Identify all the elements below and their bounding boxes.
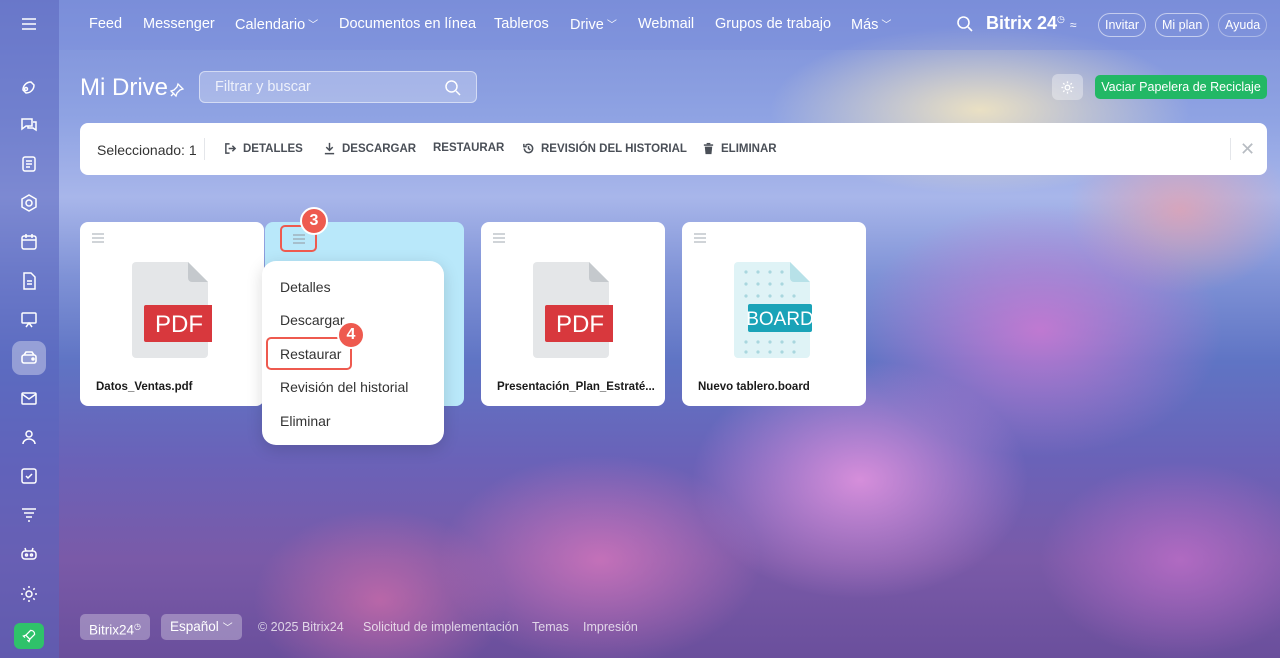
- language-label: Español: [170, 619, 219, 634]
- file-type-label: BOARD: [746, 309, 814, 330]
- filter-search-input[interactable]: [200, 72, 476, 102]
- clock-icon: ◷: [1057, 14, 1065, 24]
- nav-boards[interactable]: Tableros: [494, 16, 549, 32]
- nav-more[interactable]: Más ﹀: [851, 16, 891, 33]
- history-icon: [523, 143, 534, 154]
- restore-action-button[interactable]: RESTAURAR: [433, 142, 504, 154]
- details-action-button[interactable]: DETALLES: [224, 142, 303, 155]
- tasks-icon[interactable]: [12, 459, 46, 493]
- chevron-down-icon: ﹀: [881, 20, 892, 31]
- download-action-label: DESCARGAR: [342, 142, 417, 155]
- chevron-down-icon: ﹀: [606, 20, 617, 31]
- selection-action-bar: Seleccionado: 1 DETALLES DESCARGAR RESTA…: [80, 123, 1267, 175]
- brand-text: Bitrix 24: [986, 13, 1058, 33]
- nav-drive-label: Drive: [570, 17, 604, 33]
- trash-icon: [703, 142, 714, 155]
- settings-toggle-icon[interactable]: ≈: [1070, 18, 1077, 32]
- card-menu-icon[interactable]: [493, 233, 505, 243]
- history-action-label: REVISIÓN DEL HISTORIAL: [541, 142, 687, 155]
- file-name: Presentación_Plan_Estraté...: [497, 381, 655, 393]
- settings-icon[interactable]: [12, 577, 46, 611]
- hamburger-menu-icon[interactable]: [12, 7, 46, 41]
- footer-brand-label: Bitrix24: [89, 622, 135, 638]
- pin-icon[interactable]: [169, 82, 185, 98]
- invite-button[interactable]: Invitar: [1098, 13, 1147, 37]
- file-icon[interactable]: [12, 264, 46, 298]
- card-menu-icon[interactable]: [694, 233, 706, 243]
- open-details-icon: [225, 143, 237, 154]
- divider: [1230, 138, 1231, 160]
- step-4-badge: 4: [337, 321, 365, 349]
- filter-search-box[interactable]: [199, 71, 477, 103]
- file-card[interactable]: PDF Presentación_Plan_Estraté...: [481, 222, 665, 406]
- pdf-file-icon: PDF: [132, 262, 212, 358]
- card-menu-icon[interactable]: [92, 233, 104, 243]
- pdf-file-icon: PDF: [533, 262, 613, 358]
- help-button[interactable]: Ayuda: [1218, 13, 1268, 37]
- history-action-button[interactable]: REVISIÓN DEL HISTORIAL: [522, 142, 687, 155]
- file-card[interactable]: PDF Datos_Ventas.pdf: [80, 222, 264, 406]
- menu-item-delete[interactable]: Eliminar: [280, 413, 331, 429]
- footer-themes-link[interactable]: Temas: [532, 620, 569, 634]
- nav-more-label: Más: [851, 17, 879, 33]
- drive-icon[interactable]: [12, 341, 46, 375]
- rocket-icon[interactable]: [14, 623, 44, 649]
- gear-icon: [1061, 80, 1074, 94]
- page-title: Mi Drive: [80, 74, 168, 101]
- nav-calendar[interactable]: Calendario ﹀: [235, 16, 318, 33]
- calendar-icon[interactable]: [12, 225, 46, 259]
- documents-icon[interactable]: [12, 147, 46, 181]
- nav-feed[interactable]: Feed: [89, 16, 122, 32]
- nav-workgroups[interactable]: Grupos de trabajo: [715, 16, 831, 32]
- footer-copyright: © 2025 Bitrix24: [258, 620, 344, 634]
- language-selector[interactable]: Español ﹀: [161, 614, 242, 640]
- empty-trash-button[interactable]: Vaciar Papelera de Reciclaje: [1095, 75, 1267, 99]
- chevron-down-icon: ﹀: [222, 623, 233, 634]
- nav-online-documents[interactable]: Documentos en línea: [339, 16, 476, 32]
- left-sidebar: [0, 0, 59, 658]
- search-icon[interactable]: [956, 15, 974, 33]
- nav-webmail[interactable]: Webmail: [638, 16, 694, 32]
- footer-brand-button[interactable]: Bitrix24◷: [80, 614, 150, 640]
- my-plan-button[interactable]: Mi plan: [1155, 13, 1210, 37]
- details-action-label: DETALLES: [243, 142, 303, 155]
- divider: [204, 138, 205, 160]
- file-type-label: PDF: [155, 311, 203, 338]
- mail-icon[interactable]: [12, 381, 46, 415]
- file-name: Datos_Ventas.pdf: [96, 381, 193, 393]
- nav-messenger[interactable]: Messenger: [143, 16, 215, 32]
- footer-implementation-link[interactable]: Solicitud de implementación: [363, 620, 519, 634]
- delete-action-button[interactable]: ELIMINAR: [702, 142, 777, 155]
- menu-item-history[interactable]: Revisión del historial: [280, 379, 408, 395]
- close-icon[interactable]: ✕: [1240, 139, 1255, 160]
- footer-print-link[interactable]: Impresión: [583, 620, 638, 634]
- file-card[interactable]: BOARD Nuevo tablero.board: [682, 222, 866, 406]
- restore-action-label: RESTAURAR: [433, 142, 505, 154]
- search-icon[interactable]: [444, 79, 462, 97]
- chevron-down-icon: ﹀: [308, 20, 319, 31]
- copilot-icon[interactable]: [12, 536, 46, 570]
- menu-item-details[interactable]: Detalles: [280, 279, 331, 295]
- messenger-icon[interactable]: [12, 108, 46, 142]
- step-3-badge: 3: [300, 207, 328, 235]
- boards-icon[interactable]: [12, 186, 46, 220]
- top-navigation: Feed Messenger Calendario ﹀ Documentos en…: [59, 0, 1280, 50]
- delete-action-label: ELIMINAR: [721, 142, 777, 155]
- download-icon: [324, 142, 335, 155]
- board-file-icon: BOARD: [734, 262, 814, 358]
- feed-icon[interactable]: [12, 69, 46, 103]
- file-type-label: PDF: [556, 311, 604, 338]
- filter-icon[interactable]: [12, 498, 46, 532]
- file-name: Nuevo tablero.board: [698, 381, 810, 393]
- settings-button[interactable]: [1052, 74, 1083, 100]
- clock-icon: ◷: [134, 622, 141, 631]
- selected-count: Seleccionado: 1: [97, 142, 197, 158]
- nav-calendar-label: Calendario: [235, 17, 306, 33]
- brand-logo[interactable]: Bitrix 24◷ ≈: [986, 13, 1077, 34]
- presentation-icon[interactable]: [12, 303, 46, 337]
- menu-item-download[interactable]: Descargar: [280, 312, 345, 328]
- download-action-button[interactable]: DESCARGAR: [323, 142, 416, 155]
- workgroups-icon[interactable]: [12, 420, 46, 454]
- nav-drive[interactable]: Drive ﹀: [570, 16, 617, 33]
